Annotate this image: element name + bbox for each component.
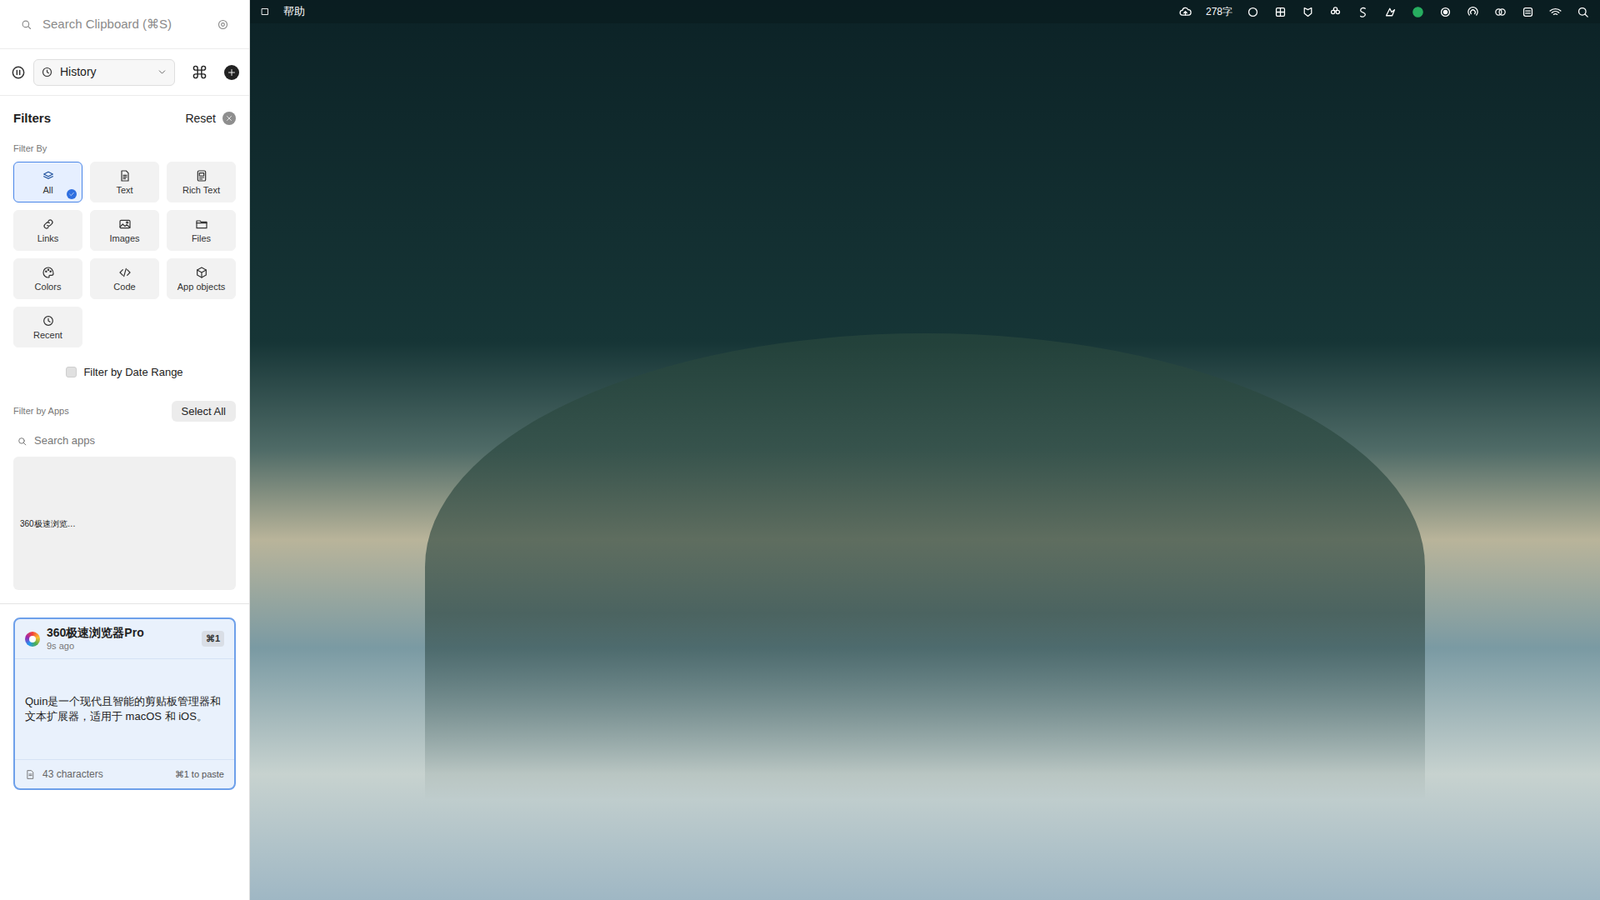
help-menu[interactable]: 帮助 [283, 3, 305, 20]
filters-section: Filters Reset Filter By All Text Rich Text Lin… [0, 95, 250, 605]
cube-icon [195, 265, 209, 280]
type-filter-tile[interactable]: Images [90, 210, 160, 251]
tray-app-icon [1355, 5, 1370, 20]
tray-app-icon [1273, 5, 1288, 20]
type-filter-label: Images [109, 233, 140, 244]
date-range-label: Filter by Date Range [83, 364, 183, 381]
window-icon [260, 6, 270, 17]
desktop: 帮助 278字 [250, 0, 1600, 900]
character-count: 43 characters [42, 766, 169, 782]
settings-icon [216, 18, 230, 31]
type-filter-label: All [42, 185, 53, 195]
hill-shape [425, 333, 1425, 800]
type-filter-label: Colors [35, 281, 62, 292]
tray-app-icon [1328, 5, 1343, 20]
clip-app-name: 360极速浏览器Pro [46, 625, 195, 641]
search-icon [1575, 5, 1590, 20]
tray-app-icon [1520, 5, 1535, 20]
clips-list: 360极速浏览器Pro9s ago ⌘1 Quin是一个现代且智能的剪贴板管理器和文… [0, 604, 250, 790]
plus-icon [226, 67, 237, 78]
link-icon [41, 217, 55, 231]
document-icon [118, 169, 132, 183]
type-filter-tile[interactable]: Files [166, 210, 236, 251]
tray-app-icon [1410, 5, 1425, 20]
sidebar-icon [10, 64, 27, 81]
clock-icon [40, 65, 54, 79]
type-filter-tile[interactable]: Rich Text [166, 161, 236, 203]
clip-header: 360极速浏览器Pro9s ago ⌘1 [15, 619, 235, 660]
code-icon [118, 265, 132, 280]
search-icon [20, 18, 33, 31]
check-icon [68, 190, 75, 198]
date-range-checkbox[interactable] [65, 366, 77, 378]
tray-app-icon [1383, 5, 1398, 20]
chevron-down-icon [156, 66, 168, 78]
folder-icon [195, 217, 209, 231]
document-icon [25, 769, 36, 780]
apps-list: 360极速浏览… [13, 456, 236, 590]
add-button[interactable] [224, 65, 240, 80]
apps-search [13, 428, 236, 454]
reset-button[interactable]: Reset [185, 110, 236, 128]
type-filter-label: Files [191, 233, 211, 244]
type-filter-tile[interactable]: Recent [13, 306, 83, 348]
type-filter-tile[interactable]: Code [90, 258, 160, 300]
type-filter-label: Links [37, 233, 60, 244]
select-all-button[interactable]: Select All [171, 400, 236, 423]
type-filter-label: Recent [33, 330, 63, 340]
tray-app-icon [1300, 5, 1315, 20]
apps-search-field[interactable] [34, 432, 233, 450]
filters-title: Filters [13, 109, 51, 129]
cloud-upload-icon [1178, 5, 1193, 20]
type-filter-label: Text [115, 185, 133, 195]
type-filter-tile[interactable]: Text [90, 161, 160, 203]
word-count[interactable]: 278字 [1205, 4, 1233, 20]
clip-footer: 43 characters ⌘1 to paste [15, 759, 235, 789]
image-icon [118, 217, 132, 231]
filter-by-label: Filter By [13, 141, 236, 156]
clock-icon [41, 314, 55, 328]
tray-app-icon [1245, 5, 1260, 20]
clip-time: 9s ago [46, 640, 195, 653]
type-filter-label: Rich Text [182, 185, 220, 195]
wifi-icon [1548, 5, 1563, 20]
paste-hint: ⌘1 to paste [175, 767, 225, 782]
tray-app-icon [1465, 5, 1480, 20]
menu-bar: 帮助 278字 [250, 0, 1600, 24]
close-icon [225, 114, 234, 123]
reset-label: Reset [185, 110, 216, 128]
search-icon [16, 435, 28, 447]
type-filter-tile[interactable]: App objects [166, 258, 236, 300]
type-filter-label: App objects [177, 281, 225, 292]
type-filter-tile[interactable]: All [13, 161, 83, 203]
type-filter-label: Code [113, 281, 135, 292]
wallpaper [250, 23, 1600, 900]
search-bar [0, 0, 250, 50]
clip-card[interactable]: 360极速浏览器Pro9s ago ⌘1 Quin是一个现代且智能的剪贴板管理器和文… [13, 617, 236, 790]
browser-app-icon [25, 631, 40, 647]
search-field[interactable] [42, 15, 207, 35]
type-filter-tile[interactable]: Links [13, 210, 83, 251]
tray-app-icon [1493, 5, 1508, 20]
app-filter-item[interactable]: 360极速浏览… [16, 514, 80, 534]
command-icon [191, 64, 208, 80]
tray-app-icon [1438, 5, 1453, 20]
type-filter-tile[interactable]: Colors [13, 258, 83, 300]
date-range-toggle[interactable]: Filter by Date Range [13, 364, 236, 381]
selected-check-badge [66, 189, 77, 200]
type-grid: All Text Rich Text Links Images Files Colors Co… [13, 161, 236, 348]
clipboard-panel: History Filters Reset Filter By All Text Rich … [0, 0, 250, 900]
apps-label: Filter by Apps [13, 404, 70, 419]
rich-text-icon [195, 169, 209, 183]
view-label: History [60, 63, 150, 81]
shortcut-badge: ⌘1 [201, 630, 225, 647]
palette-icon [41, 265, 55, 280]
stack-icon [41, 169, 55, 183]
reset-x-badge [222, 111, 236, 125]
toolbar: History [0, 49, 250, 96]
view-dropdown[interactable]: History [33, 59, 175, 86]
clip-content: Quin是一个现代且智能的剪贴板管理器和文本扩展器，适用于 macOS 和 iO… [25, 694, 225, 725]
